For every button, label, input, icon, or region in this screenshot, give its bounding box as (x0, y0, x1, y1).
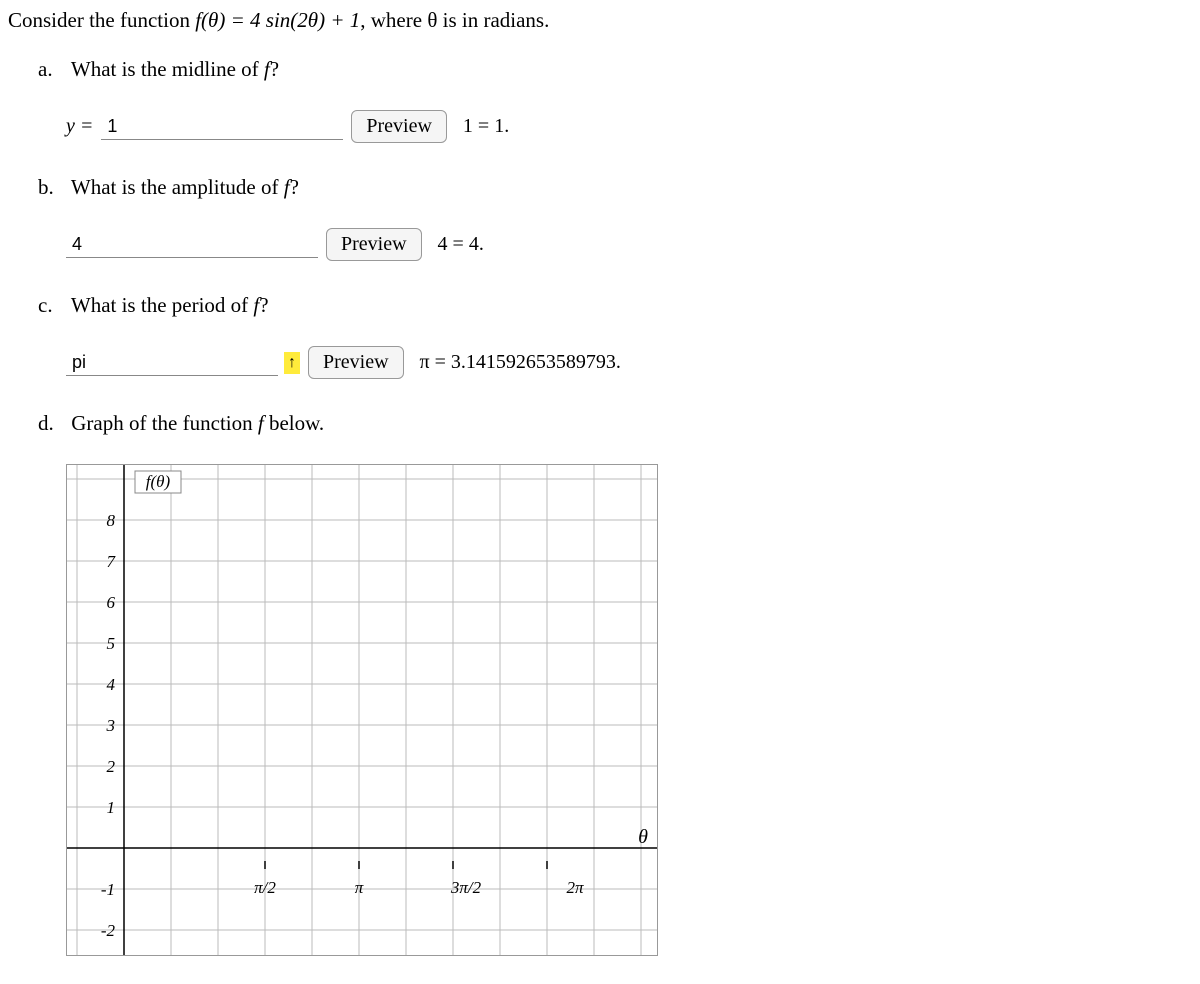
part-c-result: π = 3.141592653589793. (420, 351, 621, 374)
cursor-up-icon: ↑ (284, 352, 300, 374)
period-input[interactable] (66, 350, 278, 376)
svg-text:π: π (355, 878, 364, 897)
svg-text:1: 1 (107, 798, 116, 817)
preview-button-c[interactable]: Preview (308, 346, 404, 379)
svg-text:π/2: π/2 (254, 878, 276, 897)
problem-intro: Consider the function f(θ) = 4 sin(2θ) +… (8, 8, 1200, 33)
part-a-result: 1 = 1. (463, 115, 509, 138)
part-c-label: c. (38, 293, 66, 318)
part-b-label: b. (38, 175, 66, 200)
part-b-result: 4 = 4. (438, 233, 484, 256)
part-c-question: What is the period of f? (71, 293, 269, 317)
part-b: b. What is the amplitude of f? (38, 175, 1200, 200)
svg-text:-1: -1 (101, 880, 115, 899)
x-tick-labels: π/2 π 3π/2 2π (254, 861, 584, 897)
svg-text:3: 3 (106, 716, 116, 735)
preview-button-b[interactable]: Preview (326, 228, 422, 261)
amplitude-input[interactable] (66, 232, 318, 258)
preview-button-a[interactable]: Preview (351, 110, 447, 143)
svg-text:-2: -2 (101, 921, 116, 940)
intro-text-before: Consider the function (8, 8, 195, 32)
y-axis-label: f(θ) (146, 472, 171, 491)
svg-text:4: 4 (107, 675, 116, 694)
part-a: a. What is the midline of f? (38, 57, 1200, 82)
x-axis-label: θ (638, 826, 648, 848)
midline-input[interactable] (101, 114, 343, 140)
part-d-question: Graph of the function f below. (71, 411, 324, 435)
part-a-label: a. (38, 57, 66, 82)
svg-text:6: 6 (107, 593, 116, 612)
svg-text:2: 2 (107, 757, 116, 776)
intro-text-after: , where θ is in radians. (360, 8, 549, 32)
part-b-question: What is the amplitude of f? (71, 175, 299, 199)
part-d-label: d. (38, 411, 66, 436)
part-a-prefix: y = (66, 115, 93, 138)
svg-text:8: 8 (107, 511, 116, 530)
part-b-answer-row: Preview 4 = 4. (66, 228, 1200, 261)
part-a-answer-row: y = Preview 1 = 1. (66, 110, 1200, 143)
function-graph[interactable]: 8 7 6 5 4 3 2 1 -1 -2 π/2 π 3π/2 2π f(θ)… (66, 464, 658, 956)
svg-text:5: 5 (107, 634, 116, 653)
intro-function: f(θ) = 4 sin(2θ) + 1 (195, 8, 360, 32)
part-c-answer-row: ↑ Preview π = 3.141592653589793. (66, 346, 1200, 379)
svg-text:3π/2: 3π/2 (450, 878, 482, 897)
part-c: c. What is the period of f? (38, 293, 1200, 318)
graph-container: 8 7 6 5 4 3 2 1 -1 -2 π/2 π 3π/2 2π f(θ)… (66, 464, 1200, 962)
part-d: d. Graph of the function f below. (38, 411, 1200, 436)
svg-text:2π: 2π (566, 878, 584, 897)
part-a-question: What is the midline of f? (71, 57, 279, 81)
